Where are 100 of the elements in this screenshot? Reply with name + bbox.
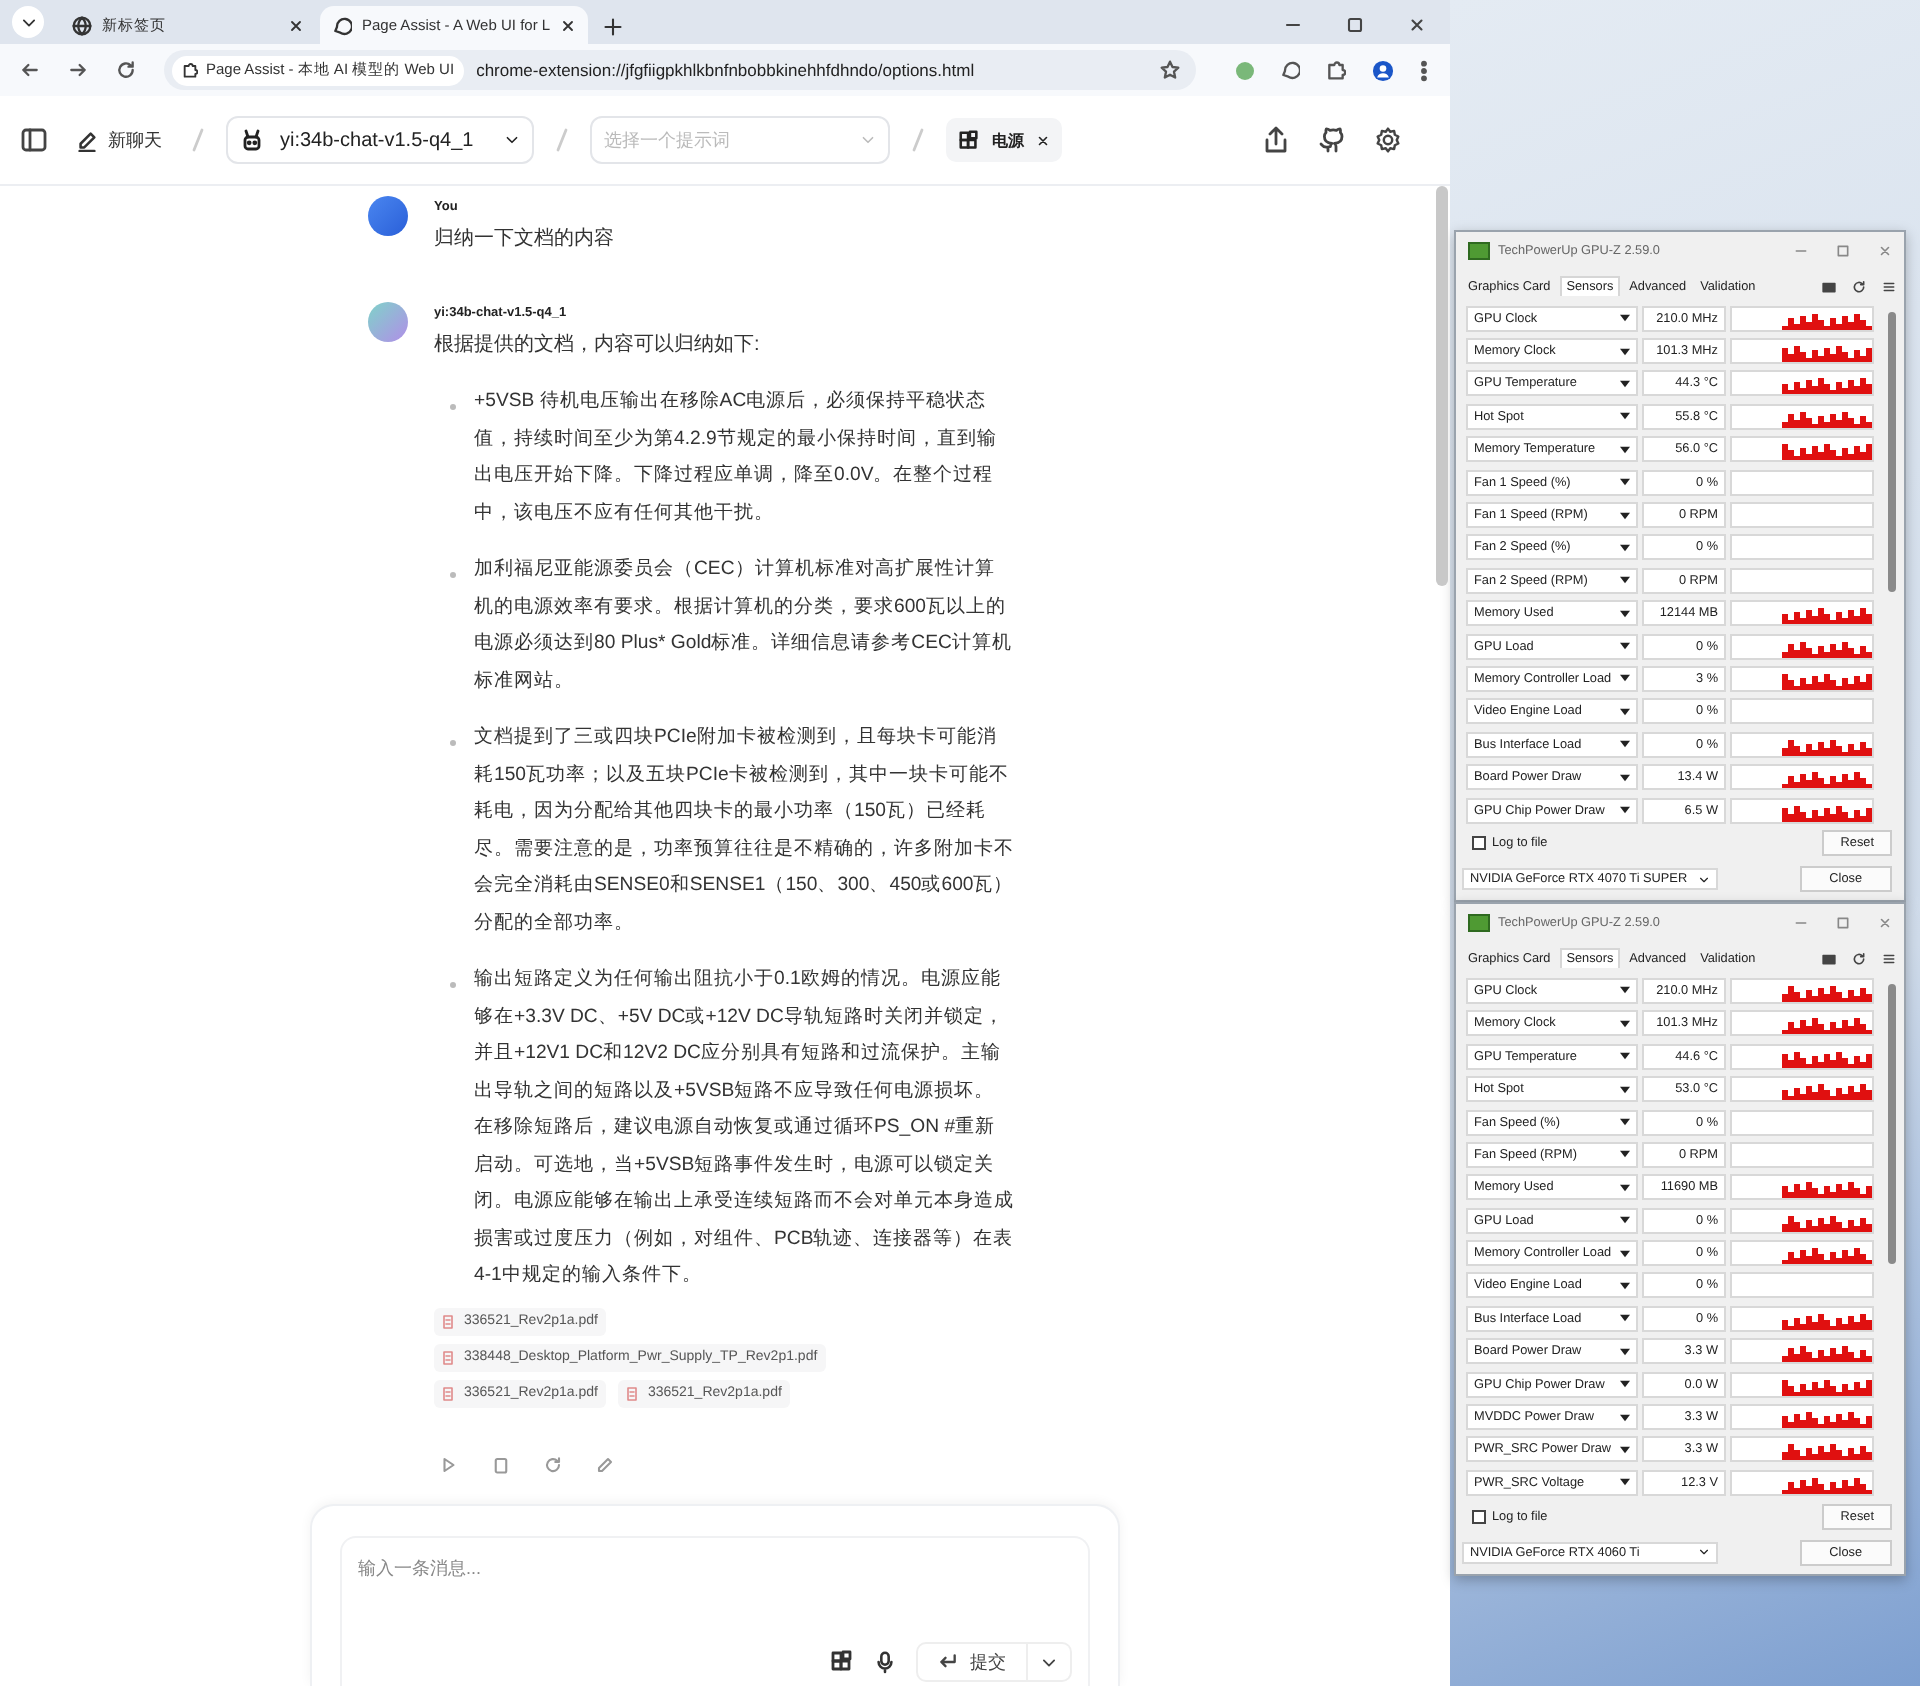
dropdown-triangle-icon	[1620, 642, 1630, 651]
scrollbar[interactable]	[1436, 186, 1448, 586]
chat-bubble-icon[interactable]	[1280, 60, 1300, 80]
camera-icon[interactable]	[1822, 951, 1836, 966]
cat-icon[interactable]	[1318, 126, 1346, 154]
chevron-down-icon	[1698, 873, 1710, 886]
bullet-text: +5VSB 待机电压输出在移除AC电源后，必须保持平稳状态值，持续时间至少为第4.2.9节规定的最小保持时间，直到输出电压开始下降。下降过程应单调，降至0.0V。在整个过程中，该电压不应有任何其他干扰。	[474, 388, 999, 527]
bullet-icon	[450, 572, 456, 578]
blocks-icon[interactable]	[830, 1650, 854, 1674]
extension-dot-icon[interactable]	[1236, 61, 1254, 79]
new-chat-button[interactable]: 新聊天	[68, 119, 170, 161]
message-input[interactable]: 输入一条消息...	[358, 1538, 758, 1578]
dropdown-triangle-icon	[1620, 1118, 1630, 1126]
bullet-icon	[450, 404, 456, 410]
dropdown-triangle-icon	[1620, 412, 1630, 421]
document-icon	[442, 1385, 454, 1401]
dropdown-triangle-icon	[1620, 1314, 1630, 1323]
bullet-text: 加利福尼亚能源委员会（CEC）计算机标准对高扩展性计算机的电源效率有要求。根据计算机的分类，要求600瓦以上的电源必须达到80 Plus* Gold标准。详细信息请参考CEC计算机标准网站。	[474, 556, 1014, 695]
dropdown-triangle-icon	[1620, 478, 1630, 487]
chevron-down-icon	[504, 132, 520, 148]
refresh-icon[interactable]	[1852, 951, 1866, 966]
dropdown-triangle-icon	[1620, 773, 1630, 782]
bot-avatar	[368, 302, 408, 342]
scrollbar[interactable]	[1888, 312, 1896, 592]
extension-icon	[182, 62, 198, 78]
knowledge-chip[interactable]: 电源	[946, 118, 1062, 162]
return-arrow-icon	[938, 1652, 958, 1672]
checkbox[interactable]	[1472, 836, 1486, 851]
camera-icon[interactable]	[1822, 279, 1836, 293]
app-logo-icon	[1468, 914, 1490, 933]
pencil-icon	[76, 129, 98, 151]
chat-bubble-icon	[332, 15, 352, 35]
new-tab-icon[interactable]	[604, 18, 623, 36]
dropdown-triangle-icon	[1620, 445, 1630, 454]
maximize-icon[interactable]	[1346, 16, 1364, 34]
dropdown-triangle-icon	[1620, 1085, 1630, 1094]
dropdown-triangle-icon	[1620, 543, 1630, 552]
dropdown-triangle-icon	[1620, 1183, 1630, 1192]
close-icon[interactable]	[1036, 133, 1050, 147]
robot-icon	[240, 128, 264, 152]
scrollbar[interactable]	[1888, 984, 1896, 1265]
pencil-icon[interactable]	[596, 1455, 614, 1473]
submit-button[interactable]: 提交	[916, 1642, 1028, 1682]
dropdown-triangle-icon	[1620, 1150, 1630, 1159]
tab-list-button[interactable]	[12, 6, 44, 38]
message-text: 根据提供的文档，内容可以归纳如下:	[434, 332, 762, 360]
dropdown-triangle-icon	[1620, 1347, 1630, 1356]
bullet-icon	[450, 740, 456, 746]
document-icon	[442, 1313, 454, 1329]
dropdown-triangle-icon	[1620, 1052, 1630, 1061]
document-icon	[442, 1349, 454, 1365]
settings-icon[interactable]	[1374, 126, 1402, 154]
dropdown-triangle-icon	[1620, 1380, 1630, 1389]
play-icon[interactable]	[440, 1455, 458, 1473]
regenerate-icon[interactable]	[544, 1455, 562, 1473]
profile-icon[interactable]	[1372, 59, 1394, 81]
dropdown-triangle-icon	[1620, 674, 1630, 683]
menu-icon[interactable]	[1882, 951, 1896, 966]
menu-icon[interactable]	[1882, 279, 1896, 293]
share-icon[interactable]	[1262, 126, 1290, 154]
dropdown-triangle-icon	[1620, 1445, 1630, 1454]
checkbox[interactable]	[1472, 1509, 1486, 1523]
more-vertical-icon[interactable]	[1420, 59, 1428, 81]
url-text: chrome-extension://jfgfiigpkhlkbnfnbobbkinehhfdhndo/options.html	[476, 60, 977, 80]
separator-icon	[554, 126, 570, 154]
dropdown-triangle-icon	[1620, 1249, 1630, 1258]
document-icon	[625, 1385, 638, 1401]
close-icon[interactable]	[288, 17, 304, 33]
star-icon[interactable]	[1160, 60, 1180, 80]
chevron-down-icon	[860, 132, 876, 148]
bullet-text: 文档提到了三或四块PCIe附加卡被检测到，且每块卡可能消耗150瓦功率；以及五块PCIe卡被检测到，其中一块卡可能不耗电，因为分配给其他四块卡的最小功率（150瓦）已经耗尽。需要注意的是，功率预算往往是不精确的，许多附加卡不会完全消耗由SENSE0和SENSE1（150、300、450或600瓦）分配的全部功率。	[474, 724, 1014, 937]
chevron-down-icon	[1698, 1546, 1710, 1558]
dropdown-triangle-icon	[1620, 347, 1630, 356]
forward-arrow-icon[interactable]	[68, 60, 88, 80]
close-icon[interactable]	[560, 17, 577, 33]
dropdown-triangle-icon	[1620, 986, 1630, 995]
dropdown-triangle-icon	[1620, 1281, 1630, 1290]
dropdown-triangle-icon	[1620, 511, 1630, 520]
bullet-icon	[450, 982, 456, 988]
back-arrow-icon[interactable]	[20, 60, 40, 80]
globe-icon	[72, 15, 92, 35]
app-logo-icon	[1468, 242, 1490, 260]
dropdown-triangle-icon	[1620, 1478, 1630, 1487]
refresh-icon[interactable]	[1852, 279, 1866, 293]
microphone-icon[interactable]	[874, 1650, 896, 1674]
copy-icon[interactable]	[492, 1455, 510, 1473]
puzzle-icon[interactable]	[1326, 60, 1346, 80]
dropdown-triangle-icon	[1620, 1413, 1630, 1422]
dropdown-triangle-icon	[1620, 740, 1630, 749]
close-icon[interactable]	[1408, 16, 1426, 34]
user-avatar	[368, 196, 408, 236]
message-text: 归纳一下文档的内容	[434, 226, 616, 254]
dropdown-triangle-icon	[1620, 1216, 1630, 1225]
model-select[interactable]: yi:34b-chat-v1.5-q4_1	[226, 116, 534, 164]
reload-icon[interactable]	[116, 60, 136, 80]
dropdown-triangle-icon	[1620, 314, 1630, 323]
dropdown-triangle-icon	[1620, 1019, 1630, 1028]
sidebar-toggle-icon[interactable]	[20, 126, 48, 154]
dropdown-triangle-icon	[1620, 609, 1630, 618]
bullet-text: 输出短路定义为任何输出阻抗小于0.1欧姆的情况。电源应能够在+3.3V DC、+5V DC或+12V DC导轨短路时关闭并锁定，并且+12V1 DC和12V2 DC应分别具有短路和过流保护。主输出导轨之间的短路以及+5VSB短路不应导致任何电源损坏。在移除短路后，建议电源自动恢复或通过循环PS_ON #重新启动。可选地，当+5VSB短路事件发生时，电源可以锁定关闭。电源应能够在输出上承受连续短路而不会对单元本身造成损害或过度压力（例如，对组件、PCB轨迹、连接器等）在表4-1中规定的输入条件下。	[474, 966, 1014, 1290]
